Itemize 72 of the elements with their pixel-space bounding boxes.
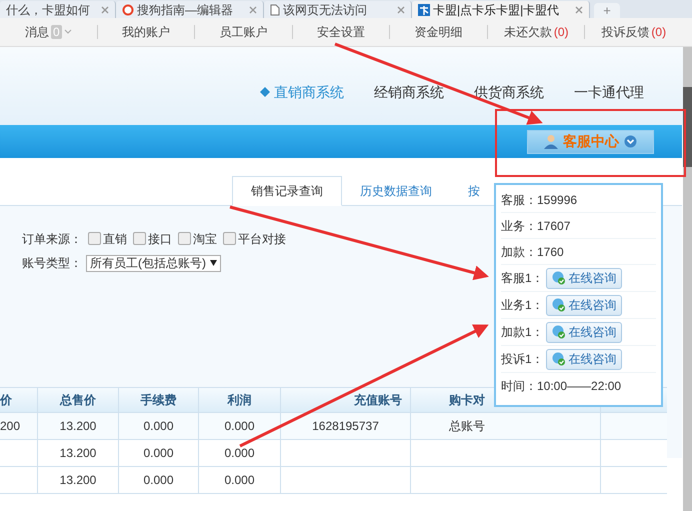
checkbox[interactable]	[133, 232, 146, 245]
option-label: 接口	[148, 231, 172, 248]
table-cell-text: 0.000	[143, 418, 174, 435]
browser-tab[interactable]: 该网页无法访问	[264, 1, 412, 18]
column-header: 利润	[199, 388, 281, 412]
contact-line: 业务：17607	[501, 218, 570, 234]
toolbar-link[interactable]: 消息	[24, 23, 49, 41]
toolbar-link[interactable]: 员工账户	[219, 23, 268, 41]
field-label: 账号类型：	[22, 255, 82, 272]
close-icon[interactable]	[101, 6, 109, 14]
column-header: 充值账号	[281, 388, 411, 412]
table-cell-text: 0.000	[224, 472, 255, 489]
table-cell-text: 0.000	[143, 472, 174, 489]
dropdown-icon	[624, 135, 637, 148]
checkbox[interactable]	[223, 232, 236, 245]
contact-label: 业务1：	[501, 297, 544, 314]
contact-line: 加款：1760	[501, 244, 564, 260]
close-icon[interactable]	[249, 6, 257, 14]
column-header: 价	[0, 388, 38, 412]
diamond-icon	[260, 87, 270, 97]
checkbox[interactable]	[88, 232, 101, 245]
chat-icon	[550, 271, 566, 285]
person-icon	[544, 134, 558, 149]
content-tab[interactable]: 历史数据查询	[342, 176, 450, 206]
online-consult-button[interactable]: 在线咨询	[546, 348, 622, 370]
table-cell-text: 0.000	[224, 445, 255, 462]
s-logo-icon	[122, 4, 134, 16]
site-logo-icon	[418, 4, 430, 16]
toolbar-link[interactable]: 安全设置	[317, 23, 366, 41]
table-cell-text: 0.000	[143, 445, 174, 462]
table-cell-text: 1628195737	[312, 418, 379, 435]
table-cell-text: 200	[0, 418, 20, 435]
online-consult-button[interactable]: 在线咨询	[546, 268, 622, 288]
browser-tab[interactable]: 搜狗指南—编辑器	[116, 1, 264, 18]
table-cell-text: 0.000	[224, 418, 255, 435]
column-header: 总售价	[38, 388, 119, 412]
browser-tab[interactable]: 卡盟|点卡乐卡盟|卡盟代	[412, 1, 590, 18]
content-tab[interactable]: 销售记录查询	[232, 176, 342, 206]
field-label: 订单来源：	[22, 231, 82, 248]
close-icon[interactable]	[397, 6, 405, 14]
option-label: 淘宝	[193, 231, 217, 248]
toolbar-link[interactable]: 投诉反馈	[601, 23, 650, 41]
option-label: 直销	[103, 231, 127, 248]
toolbar-link[interactable]: 资金明细	[414, 23, 463, 41]
contact-label: 加款1：	[501, 324, 544, 341]
table-cell-text: 总账号	[449, 418, 485, 435]
online-consult-button[interactable]: 在线咨询	[546, 294, 622, 316]
caret-icon[interactable]	[210, 260, 217, 266]
table-cell-text: 13.200	[60, 445, 96, 462]
chat-icon	[550, 298, 566, 312]
table-cell-text: 13.200	[60, 472, 96, 489]
toolbar-link[interactable]: 未还欠款	[504, 23, 552, 41]
contact-label: 客服1：	[501, 270, 544, 287]
browser-tab[interactable]: 什么，卡盟如何	[0, 1, 116, 18]
unread-count: (0)	[651, 24, 666, 41]
nav-link[interactable]: 经销商系统	[374, 82, 444, 102]
content-tab[interactable]: 按	[450, 176, 480, 206]
column-header: 手续费	[119, 388, 199, 412]
toolbar-link[interactable]: 我的账户	[122, 23, 170, 41]
contact-line: 客服：159996	[501, 192, 578, 208]
table-cell-text: 13.200	[60, 418, 96, 435]
page-icon	[270, 4, 280, 16]
close-icon[interactable]	[575, 6, 583, 14]
account-type-select[interactable]: 所有员工(包括总账号)	[86, 254, 221, 272]
contact-label: 投诉1：	[501, 351, 544, 368]
option-label: 平台对接	[238, 231, 286, 248]
nav-link[interactable]: 一卡通代理	[574, 82, 644, 102]
online-consult-button[interactable]: 在线咨询	[546, 322, 622, 342]
chat-icon	[550, 352, 566, 366]
chat-icon	[550, 325, 566, 339]
unread-count: (0)	[554, 24, 569, 41]
checkbox[interactable]	[178, 232, 191, 245]
